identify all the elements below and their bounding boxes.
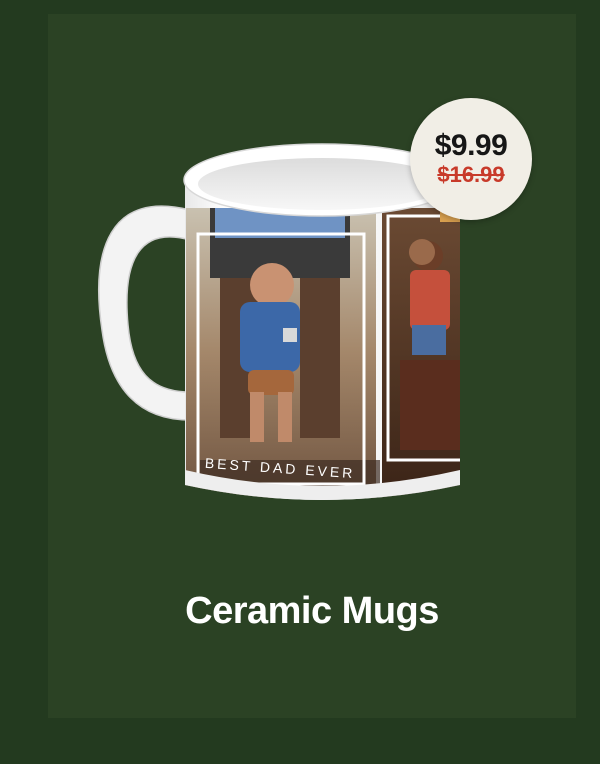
current-price: $9.99	[434, 128, 508, 162]
original-price: $16.99	[437, 161, 505, 187]
promo-frame: BEST DAD EVER $9.99 $16.99 Ceramic Mugs	[0, 0, 600, 764]
product-title[interactable]: Ceramic Mugs	[48, 590, 576, 633]
price-badge: $9.99 $16.99	[410, 98, 532, 220]
